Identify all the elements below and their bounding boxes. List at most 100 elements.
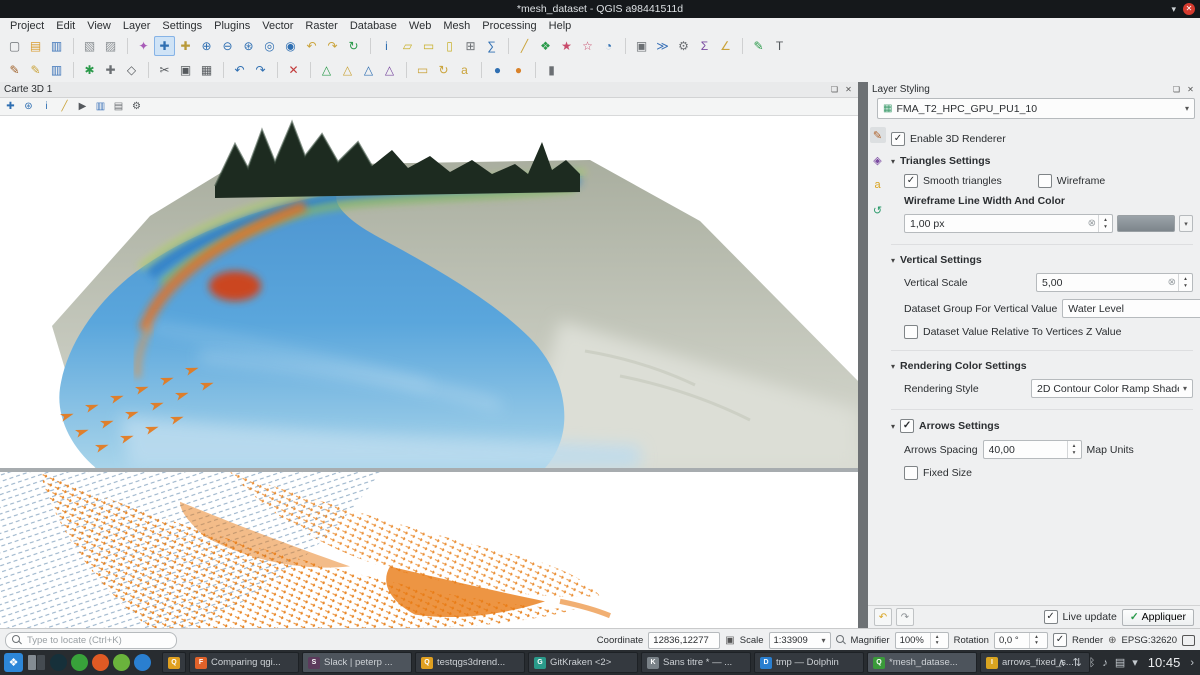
- wireframe-checkbox[interactable]: [1038, 174, 1052, 188]
- arrows-section-header[interactable]: ▾ Arrows Settings: [891, 409, 1193, 433]
- pan-map-icon[interactable]: ✚: [154, 36, 175, 56]
- menu-item-processing[interactable]: Processing: [476, 20, 542, 32]
- task-button[interactable]: Q*mesh_datase...: [867, 652, 977, 673]
- rotate-label-icon[interactable]: ↻: [433, 60, 454, 80]
- panels-toggle-icon[interactable]: ▮: [541, 60, 562, 80]
- show-bookmarks-icon[interactable]: ☆: [577, 36, 598, 56]
- vertex-tool-icon[interactable]: ◇: [121, 60, 142, 80]
- rendering-section-header[interactable]: ▾ Rendering Color Settings: [891, 350, 1193, 372]
- tray-volume-icon[interactable]: ♪: [1102, 657, 1108, 669]
- crs-label[interactable]: EPSG:32620: [1122, 635, 1177, 646]
- menu-item-raster[interactable]: Raster: [299, 20, 343, 32]
- toggle-editing-icon[interactable]: ✎: [25, 60, 46, 80]
- history-icon[interactable]: ↺: [870, 202, 886, 218]
- task-button[interactable]: Dtmp — Dolphin: [754, 652, 864, 673]
- dock-header[interactable]: Layer Styling ❏ ✕: [868, 82, 1200, 97]
- zoom-last-icon[interactable]: ↶: [301, 36, 322, 56]
- magnifier-input[interactable]: 100%: [895, 632, 949, 649]
- identify-features-icon[interactable]: i: [376, 36, 397, 56]
- menu-item-layer[interactable]: Layer: [117, 20, 157, 32]
- task-button[interactable]: Qtestqgs3drend...: [415, 652, 525, 673]
- move-label-icon[interactable]: ▭: [412, 60, 433, 80]
- arrows-spacing-input[interactable]: 40,00: [983, 440, 1082, 459]
- panel-expand-icon[interactable]: ›: [1190, 657, 1194, 669]
- geonode-icon[interactable]: ●: [508, 60, 529, 80]
- menu-item-edit[interactable]: Edit: [50, 20, 81, 32]
- relative-z-checkbox[interactable]: [904, 325, 918, 339]
- move-feature-icon[interactable]: ✚: [100, 60, 121, 80]
- undo-icon[interactable]: ↶: [229, 60, 250, 80]
- save-image-icon[interactable]: ▥: [92, 99, 109, 114]
- launcher-icon-4[interactable]: [113, 654, 130, 671]
- layout-manager-icon[interactable]: ▨: [100, 36, 121, 56]
- temporal-controller-icon[interactable]: ◔: [598, 36, 619, 56]
- extent-icon[interactable]: ▣: [725, 635, 734, 646]
- clear-field-icon[interactable]: ⊗: [1088, 218, 1096, 229]
- map3d-viewport[interactable]: [0, 116, 858, 468]
- menu-item-mesh[interactable]: Mesh: [437, 20, 476, 32]
- delete-selected-icon[interactable]: ✕: [283, 60, 304, 80]
- mesh-select-polygon-icon[interactable]: △: [337, 60, 358, 80]
- style-manager-icon[interactable]: ✦: [133, 36, 154, 56]
- launcher-icon-5[interactable]: [134, 654, 151, 671]
- map2d-canvas[interactable]: [0, 468, 858, 628]
- task-button[interactable]: GGitKraken <2>: [528, 652, 638, 673]
- cut-features-icon[interactable]: ✂: [154, 60, 175, 80]
- copy-features-icon[interactable]: ▣: [175, 60, 196, 80]
- current-edits-icon[interactable]: ✎: [4, 60, 25, 80]
- animations-icon[interactable]: ▶: [74, 99, 91, 114]
- annotation-icon[interactable]: ✎: [748, 36, 769, 56]
- style-undo-icon[interactable]: ↶: [874, 608, 892, 626]
- wireframe-width-input[interactable]: 1,00 px ⊗: [904, 214, 1113, 233]
- menu-item-plugins[interactable]: Plugins: [208, 20, 256, 32]
- triangles-section-header[interactable]: ▾ Triangles Settings: [891, 153, 1193, 167]
- task-button[interactable]: KSans titre * — ...: [641, 652, 751, 673]
- live-update-checkbox[interactable]: [1044, 610, 1058, 624]
- paste-features-icon[interactable]: ▦: [196, 60, 217, 80]
- new-layout-icon[interactable]: ▧: [79, 36, 100, 56]
- launcher-icon-2[interactable]: [71, 654, 88, 671]
- spinner-arrows-icon[interactable]: [1067, 441, 1081, 458]
- select-by-value-icon[interactable]: ▯: [439, 36, 460, 56]
- tray-network-icon[interactable]: ⇅: [1073, 656, 1082, 669]
- rotation-input[interactable]: 0,0 °: [994, 632, 1048, 649]
- camera-control-icon[interactable]: ✚: [2, 99, 19, 114]
- measure-icon[interactable]: ╱: [514, 36, 535, 56]
- new-bookmark-icon[interactable]: ★: [556, 36, 577, 56]
- measure-angle-icon[interactable]: ∠: [715, 36, 736, 56]
- vertical-scale-input[interactable]: 5,00 ⊗: [1036, 273, 1193, 292]
- deselect-features-icon[interactable]: ▭: [418, 36, 439, 56]
- menu-item-settings[interactable]: Settings: [156, 20, 208, 32]
- processing-toolbox-icon[interactable]: ⚙: [673, 36, 694, 56]
- zoom-full-3d-icon[interactable]: ⊛: [20, 99, 37, 114]
- mesh-select-expression-icon[interactable]: △: [358, 60, 379, 80]
- zoom-to-selection-icon[interactable]: ◎: [259, 36, 280, 56]
- float-panel-icon[interactable]: ❏: [1171, 84, 1182, 95]
- export-3d-icon[interactable]: ▤: [110, 99, 127, 114]
- 3d-view-icon[interactable]: ◈: [870, 152, 886, 168]
- clock[interactable]: 10:45: [1148, 655, 1181, 670]
- select-features-icon[interactable]: ▱: [397, 36, 418, 56]
- virtual-desktop-pager[interactable]: [28, 655, 45, 670]
- zoom-in-icon[interactable]: ⊕: [196, 36, 217, 56]
- dataset-group-select[interactable]: Water Level ▾: [1062, 299, 1200, 318]
- identify-3d-icon[interactable]: i: [38, 99, 55, 114]
- tray-notifications-icon[interactable]: ▾: [1132, 656, 1138, 669]
- close-window-icon[interactable]: ✕: [1183, 3, 1195, 15]
- mesh-digitize-icon[interactable]: △: [316, 60, 337, 80]
- attribute-table-icon[interactable]: ⊞: [460, 36, 481, 56]
- crs-icon[interactable]: ⊕: [1108, 635, 1116, 646]
- metasearch-icon[interactable]: ●: [487, 60, 508, 80]
- new-3d-map-icon[interactable]: ▣: [631, 36, 652, 56]
- apply-button[interactable]: ✓ Appliquer: [1122, 609, 1194, 626]
- task-button[interactable]: FComparing qgi...: [189, 652, 299, 673]
- locate-input[interactable]: Type to locate (Ctrl+K): [5, 632, 177, 649]
- change-label-icon[interactable]: a: [454, 60, 475, 80]
- zoom-full-icon[interactable]: ⊛: [238, 36, 259, 56]
- spinner-arrows-icon[interactable]: [1098, 215, 1112, 232]
- refresh-icon[interactable]: ↻: [343, 36, 364, 56]
- launcher-icon-1[interactable]: [50, 654, 67, 671]
- enable-3d-checkbox[interactable]: [891, 132, 905, 146]
- map3d-panel-header[interactable]: Carte 3D 1 ❏ ✕: [0, 82, 858, 98]
- task-button[interactable]: Q: [162, 652, 186, 673]
